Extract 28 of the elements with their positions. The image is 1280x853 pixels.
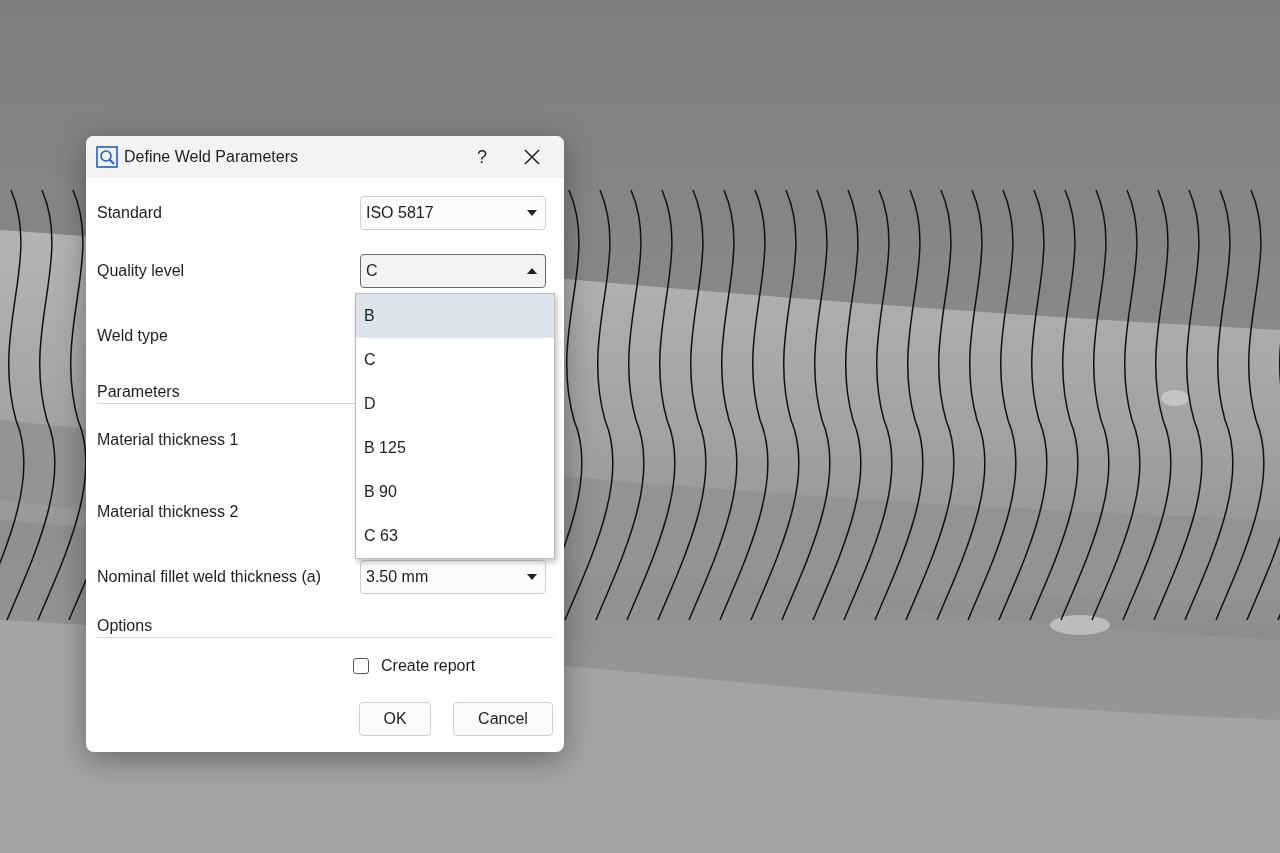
magnifier-icon	[96, 146, 118, 168]
dropdown-option[interactable]: C	[356, 338, 554, 382]
field-label: Standard	[97, 204, 163, 222]
cancel-button[interactable]: Cancel	[453, 702, 553, 736]
section-heading: Parameters	[97, 383, 181, 401]
window-title: Define Weld Parameters	[124, 148, 299, 166]
close-icon[interactable]	[524, 149, 540, 165]
dropdown-option[interactable]: C 63	[356, 514, 554, 558]
dropdown-field[interactable]: ISO 5817	[360, 196, 546, 230]
help-button[interactable]: ?	[462, 145, 502, 169]
dropdown-option[interactable]: B 90	[356, 470, 554, 514]
caret-down-icon	[527, 574, 537, 580]
field-label: Nominal fillet weld thickness (a)	[97, 568, 323, 586]
caret-up-icon	[527, 268, 537, 274]
field-label: Quality level	[97, 262, 186, 280]
dropdown-field[interactable]: 3.50 mm	[360, 560, 546, 594]
section-heading: Options	[97, 617, 154, 635]
dropdown-option[interactable]: D	[356, 382, 554, 426]
field-label: Material thickness 1	[97, 431, 240, 449]
field-label: Material thickness 2	[97, 503, 240, 521]
field-label: Weld type	[97, 327, 169, 345]
dropdown-option[interactable]: B 125	[356, 426, 554, 470]
checkbox-label[interactable]: Create report	[381, 657, 476, 675]
caret-down-icon	[527, 210, 537, 216]
dropdown-option[interactable]: B	[356, 294, 554, 338]
dropdown-field[interactable]: C	[360, 254, 546, 288]
ok-button[interactable]: OK	[359, 702, 431, 736]
checkbox[interactable]	[353, 658, 369, 674]
